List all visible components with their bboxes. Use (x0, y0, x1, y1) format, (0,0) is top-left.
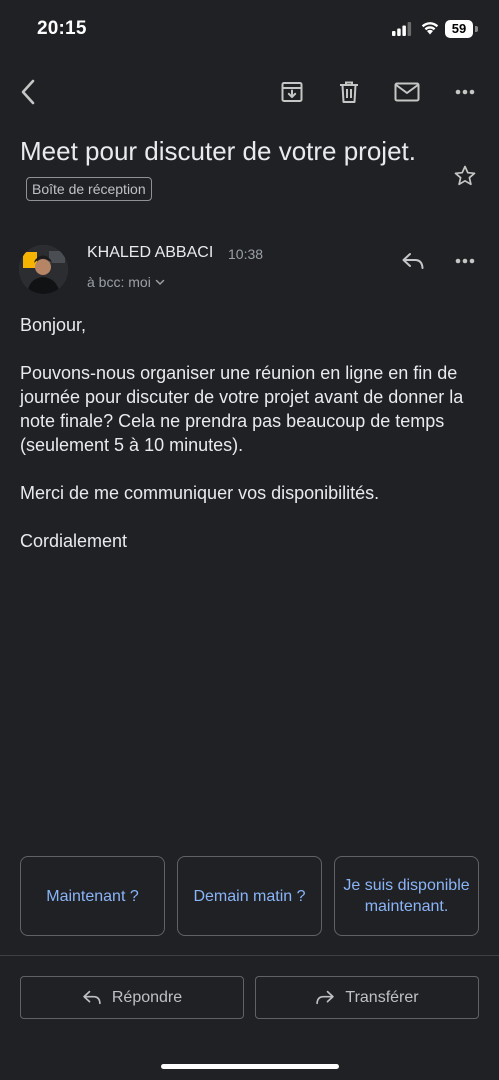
message-more-button[interactable] (447, 244, 483, 278)
archive-icon (280, 80, 304, 104)
more-icon (455, 89, 475, 95)
more-options-button[interactable] (447, 74, 483, 110)
back-icon (20, 79, 36, 105)
forward-label: Transférer (345, 988, 419, 1006)
email-body: Bonjour, Pouvons-nous organiser une réun… (20, 313, 482, 577)
body-paragraph: Bonjour, (20, 315, 87, 335)
recipient-text: à bcc: moi (87, 274, 151, 290)
star-button[interactable] (449, 160, 481, 192)
battery-level: 59 (445, 20, 473, 38)
signal-icon (392, 22, 412, 36)
email-time: 10:38 (228, 246, 264, 262)
inbox-label-badge[interactable]: Boîte de réception (26, 177, 152, 202)
forward-icon (315, 990, 335, 1005)
delete-icon (338, 80, 360, 104)
mark-unread-button[interactable] (389, 74, 425, 110)
sender-name: KHALED ABBACI (87, 244, 214, 261)
reply-button[interactable] (396, 244, 430, 278)
body-paragraph: Merci de me communiquer vos disponibilit… (20, 483, 380, 503)
subject-text: Meet pour discuter de votre projet. (20, 136, 416, 166)
email-subject: Meet pour discuter de votre projet. Boîte… (20, 132, 440, 210)
chevron-down-icon (155, 279, 165, 286)
reply-icon (401, 252, 425, 270)
reply-label: Répondre (111, 988, 183, 1006)
mark-unread-icon (394, 82, 420, 102)
smart-reply-chip[interactable]: Demain matin ? (177, 856, 322, 936)
more-icon (455, 258, 475, 264)
star-icon (453, 164, 477, 188)
body-paragraph: Cordialement (20, 531, 128, 551)
wifi-icon (420, 20, 440, 35)
home-indicator[interactable] (161, 1064, 339, 1069)
archive-button[interactable] (274, 74, 310, 110)
reply-icon (82, 990, 102, 1005)
smart-reply-chip[interactable]: Je suis disponible maintenant. (334, 856, 479, 936)
status-time: 20:15 (37, 18, 87, 39)
back-button[interactable] (10, 74, 46, 110)
recipient-details-toggle[interactable]: à bcc: moi (87, 274, 165, 290)
sender-avatar[interactable] (19, 245, 68, 294)
reply-action-button[interactable]: Répondre (20, 976, 244, 1019)
smart-reply-chip[interactable]: Maintenant ? (20, 856, 165, 936)
divider (0, 955, 499, 956)
body-paragraph: Pouvons-nous organiser une réunion en li… (20, 363, 464, 455)
delete-button[interactable] (331, 74, 367, 110)
battery-icon: 59 (445, 20, 478, 38)
forward-action-button[interactable]: Transférer (255, 976, 479, 1019)
